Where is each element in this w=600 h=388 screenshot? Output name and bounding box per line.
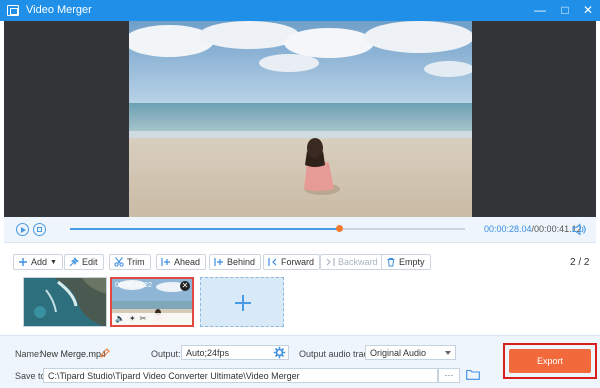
edit-clip-icon[interactable]: ✦ — [129, 313, 136, 325]
trash-icon — [387, 258, 395, 267]
preview-image — [129, 21, 472, 217]
play-icon — [21, 226, 26, 233]
forward-button[interactable]: Forward — [263, 254, 321, 270]
move-forward-icon — [268, 258, 277, 266]
add-label: Add — [31, 257, 48, 267]
audio-track-label: Output audio track: — [299, 349, 376, 359]
clip-list: 00:00:18.22 ✕ 🔈 ✦ ✂ — [4, 273, 596, 335]
volume-icon[interactable] — [572, 223, 586, 236]
current-time: 00:00:28.04 — [484, 224, 532, 234]
magic-wand-icon — [69, 257, 79, 267]
ahead-button[interactable]: Ahead — [156, 254, 207, 270]
behind-label: Behind — [227, 257, 256, 267]
play-button[interactable] — [16, 223, 29, 236]
backward-label: Backward — [338, 257, 378, 267]
scissors-icon — [114, 257, 124, 267]
ahead-label: Ahead — [174, 257, 201, 267]
chevron-down-icon: ▼ — [50, 258, 57, 266]
export-button[interactable]: Export — [509, 349, 591, 373]
save-path-value: C:\Tipard Studio\Tipard Video Converter … — [48, 371, 300, 381]
close-button[interactable]: ✕ — [579, 2, 597, 18]
plus-icon-vertical — [242, 295, 244, 311]
add-clip-button[interactable] — [200, 277, 284, 327]
audio-track-dropdown[interactable]: Original Audio — [365, 345, 456, 360]
insert-ahead-icon — [161, 258, 170, 266]
stop-button[interactable] — [33, 223, 46, 236]
remove-clip-button[interactable]: ✕ — [180, 281, 190, 291]
clip-thumbnail-1[interactable] — [23, 277, 107, 327]
clip-thumbnail-2[interactable]: 00:00:18.22 ✕ 🔈 ✦ ✂ — [110, 277, 194, 327]
trim-clip-icon[interactable]: ✂ — [140, 313, 147, 325]
output-format-value: Auto;24fps — [186, 348, 230, 358]
gear-icon[interactable] — [273, 346, 286, 359]
file-name: New Merge.mp4 — [40, 349, 107, 359]
video-preview — [4, 21, 596, 217]
window-title: Video Merger — [26, 4, 92, 16]
stop-icon — [37, 227, 42, 232]
add-button[interactable]: Add ▼ — [13, 254, 63, 270]
browse-button[interactable]: ··· — [438, 368, 460, 383]
trim-button[interactable]: Trim — [109, 254, 151, 270]
trim-label: Trim — [127, 257, 145, 267]
maximize-button[interactable]: □ — [556, 2, 574, 18]
page-count: 2 / 2 — [570, 257, 590, 268]
plus-icon — [19, 258, 27, 266]
name-label: Name: — [15, 349, 42, 359]
audio-icon[interactable]: 🔈 — [115, 313, 125, 325]
edit-label: Edit — [82, 257, 98, 267]
export-highlight-box: Export — [503, 343, 597, 379]
insert-behind-icon — [214, 258, 223, 266]
minimize-button[interactable]: — — [531, 2, 549, 18]
playback-bar: 00:00:28.04/00:00:41.12 — [4, 217, 596, 243]
edit-button[interactable]: Edit — [64, 254, 104, 270]
preview-frame — [129, 21, 472, 217]
empty-button[interactable]: Empty — [381, 254, 431, 270]
save-path-field[interactable]: C:\Tipard Studio\Tipard Video Converter … — [43, 368, 438, 383]
progress-slider[interactable] — [70, 225, 465, 232]
empty-label: Empty — [399, 257, 425, 267]
backward-button[interactable]: Backward — [320, 254, 384, 270]
audio-track-value: Original Audio — [370, 348, 427, 358]
title-bar: Video Merger — □ ✕ — [0, 0, 600, 21]
dropdown-arrow-icon — [445, 351, 451, 355]
progress-fill — [70, 228, 339, 230]
behind-button[interactable]: Behind — [209, 254, 262, 270]
edit-toolbar: Add ▼ Edit Trim Ahead Behind Forward Bac… — [0, 243, 600, 273]
coast-thumbnail — [24, 278, 106, 326]
forward-label: Forward — [281, 257, 315, 267]
output-label: Output: — [151, 349, 181, 359]
pencil-icon[interactable] — [100, 348, 110, 358]
app-icon — [7, 5, 19, 16]
clip-duration: 00:00:18.22 — [115, 282, 152, 289]
clip-toolbar: 🔈 ✦ ✂ — [112, 313, 192, 325]
move-backward-icon — [326, 258, 335, 266]
progress-handle[interactable] — [335, 225, 343, 232]
time-display: 00:00:28.04/00:00:41.12 — [484, 224, 582, 234]
folder-icon[interactable] — [466, 369, 480, 380]
